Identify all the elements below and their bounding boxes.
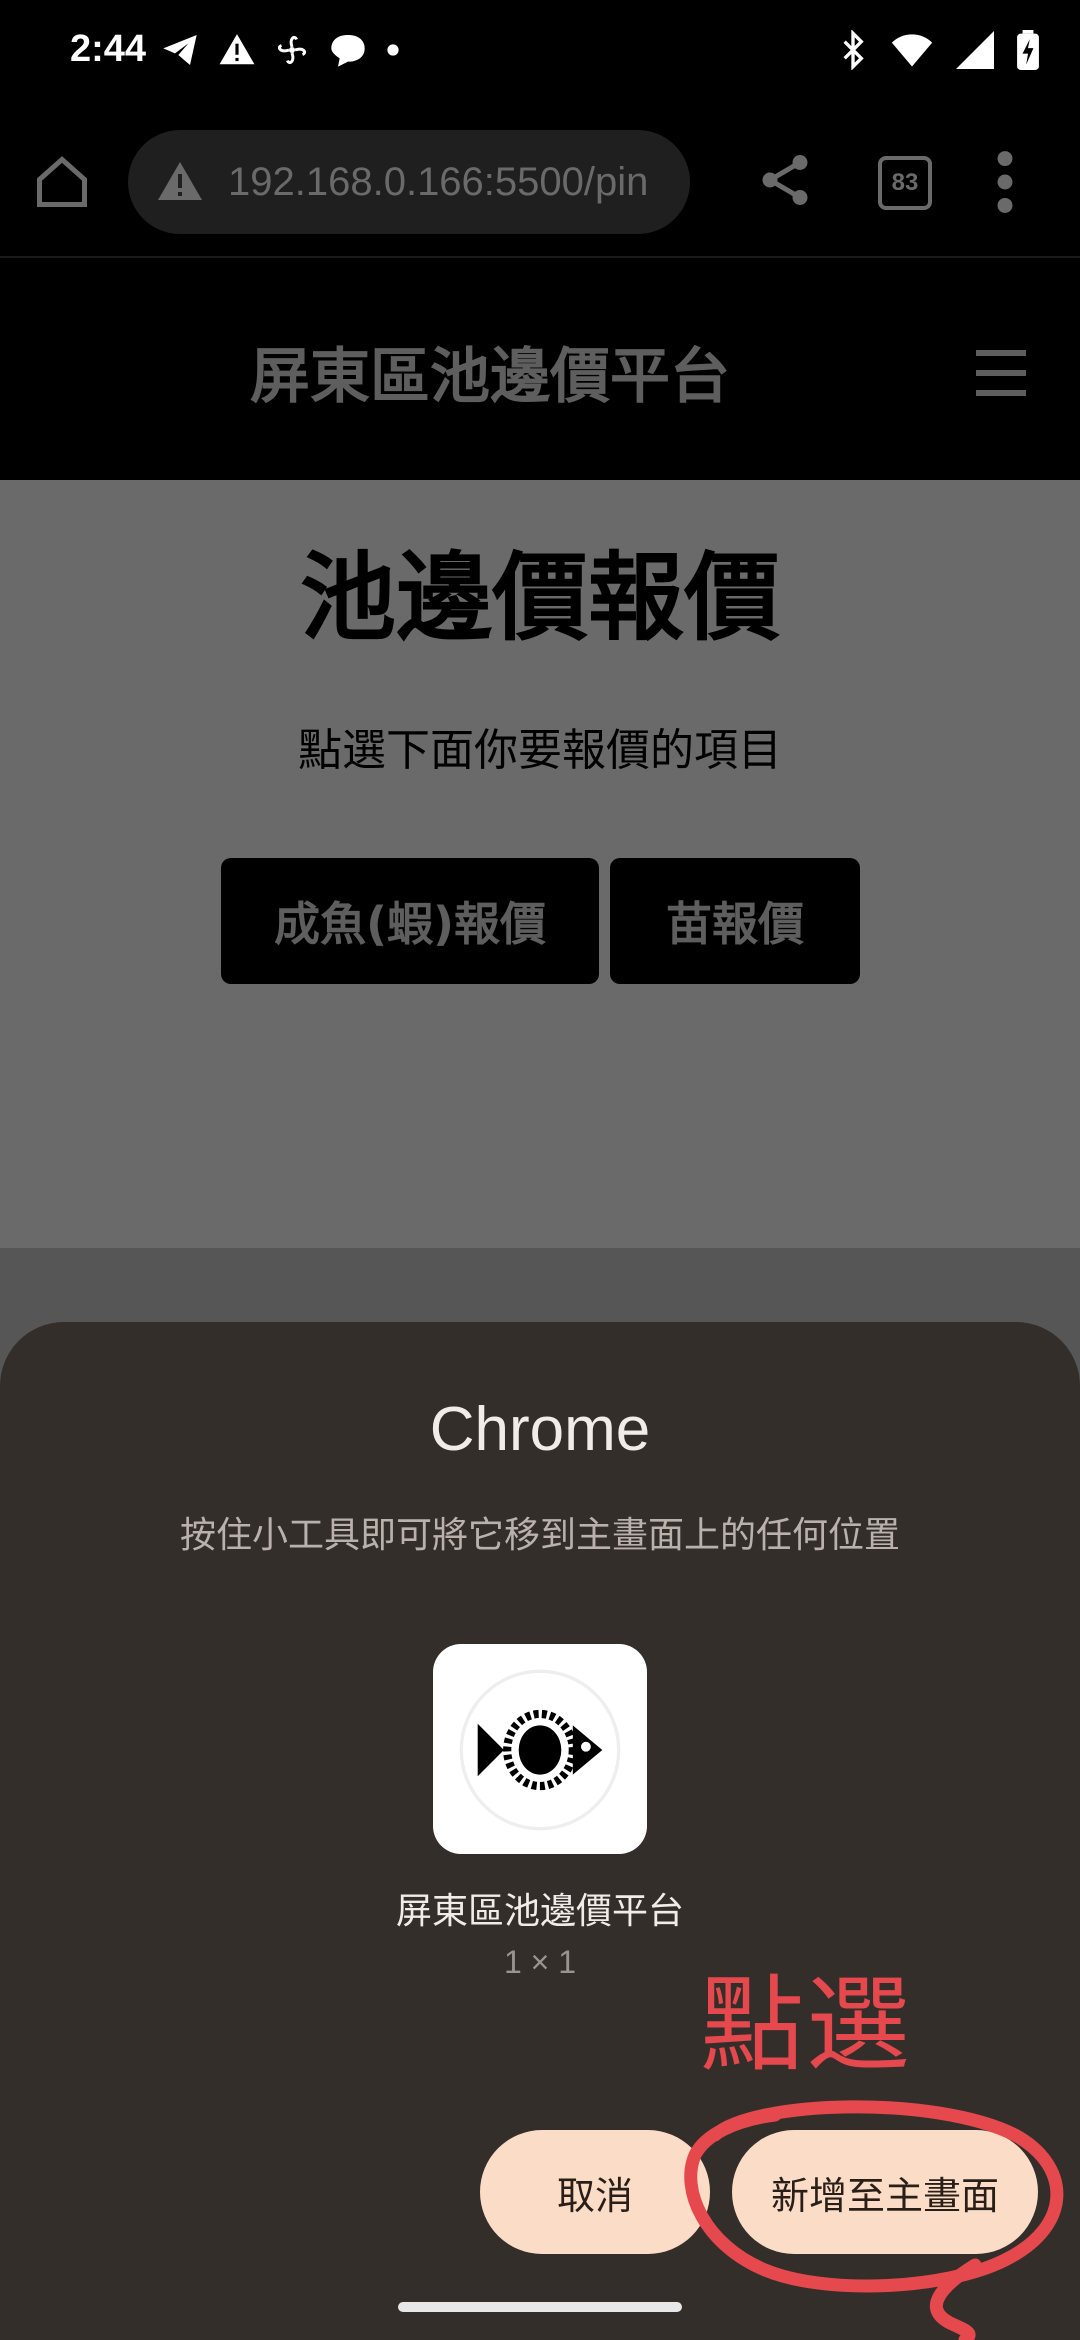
fan-icon [278,36,306,64]
sheet-title: Chrome [429,1395,651,1464]
share-icon[interactable] [755,150,815,210]
widget-name: 屏東區池邊價平台 [395,1891,684,1932]
hamburger-menu-icon[interactable] [968,340,1038,410]
not-secure-warning-icon[interactable] [156,158,204,206]
url-text: 192.168.0.166:5500/pin [228,159,649,204]
widget-size: 1 × 1 [503,1944,577,1980]
page-heading: 池邊價報價 [300,542,780,654]
sheet-hint: 按住小工具即可將它移到主畫面上的任何位置 [179,1515,900,1556]
annotation-text: 點選 [700,1964,913,2086]
address-bar[interactable]: 192.168.0.166:5500/pin [128,130,690,234]
status-bar: 2:44 [0,0,1080,110]
warning-icon [219,34,255,65]
more-menu-icon[interactable] [990,150,1020,214]
dot-icon [387,44,399,56]
tab-switcher-button[interactable]: 83 [878,156,932,210]
add-to-home-screen-button[interactable]: 新增至主畫面 [732,2130,1038,2254]
fish-quote-button[interactable]: 成魚(蝦)報價 [221,858,599,984]
tab-count: 83 [891,169,919,196]
home-icon[interactable] [32,152,92,212]
fry-quote-button[interactable]: 苗報價 [610,858,860,984]
gesture-navigation-bar[interactable] [398,2302,682,2312]
cancel-button[interactable]: 取消 [480,2130,710,2254]
page-subtitle: 點選下面你要報價的項目 [298,725,782,776]
site-header: 屏東區池邊價平台 [0,258,1080,480]
status-time: 2:44 [70,28,147,70]
fish-logo-icon [459,1669,621,1831]
bluetooth-icon [843,30,864,70]
signal-icon [956,31,994,69]
wifi-icon [891,34,933,67]
site-title: 屏東區池邊價平台 [250,342,730,412]
notification-icons [160,30,400,70]
chat-bubble-icon [331,35,365,67]
widget-preview[interactable] [433,1644,647,1854]
battery-charging-icon [1017,30,1039,70]
system-icons [838,30,1040,70]
page-content: 池邊價報價 點選下面你要報價的項目 成魚(蝦)報價 苗報價 [0,480,1080,1248]
telegram-icon [163,35,197,65]
browser-toolbar: 192.168.0.166:5500/pin 83 [0,110,1080,258]
